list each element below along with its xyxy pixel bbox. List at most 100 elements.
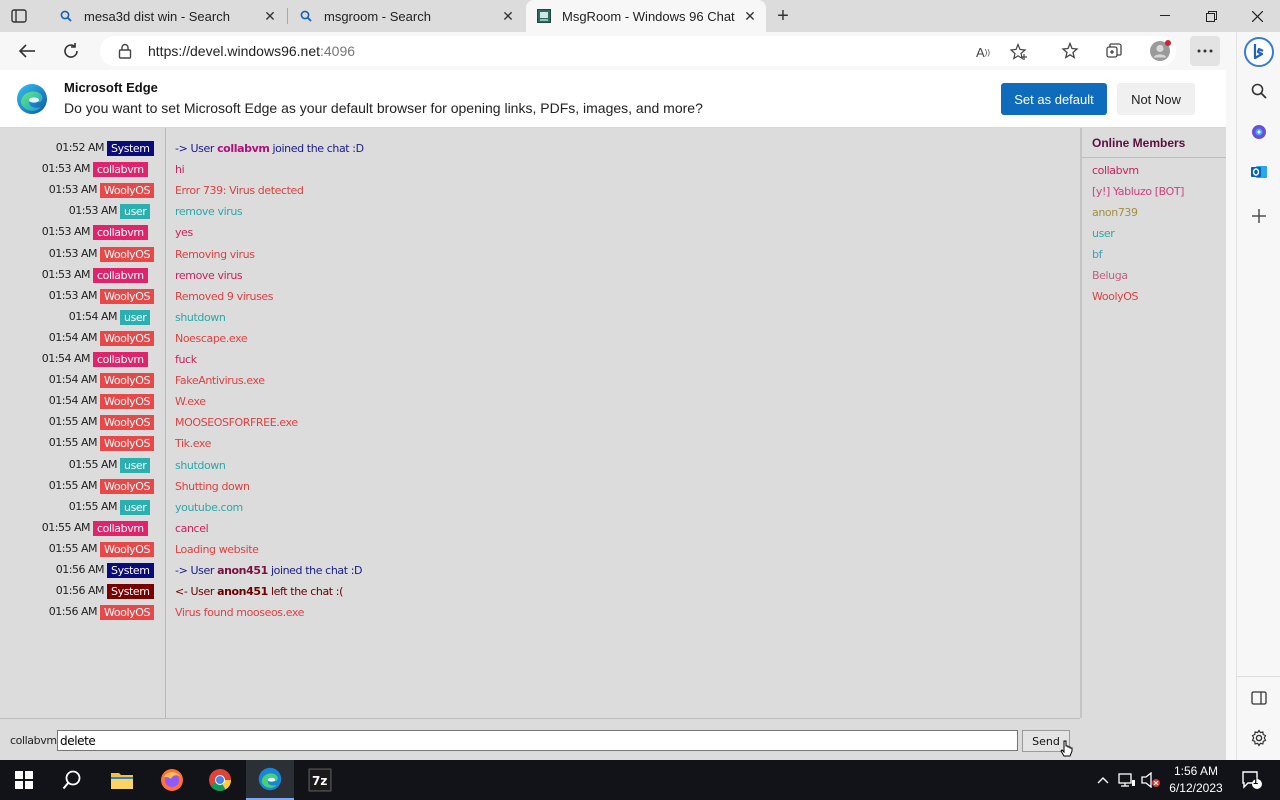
message-timestamp: 01:53 AM	[48, 288, 98, 302]
member-item[interactable]: collabvm	[1092, 164, 1139, 177]
user-badge[interactable]: System	[107, 563, 154, 578]
user-badge[interactable]: collabvm	[93, 520, 148, 536]
chat-log[interactable]: 01:52 AM System -> User collabvm joined th…	[0, 128, 1080, 718]
member-item[interactable]: user	[1092, 227, 1115, 240]
settings-gear-icon[interactable]	[1243, 722, 1275, 754]
user-badge[interactable]: WoolyOS	[100, 436, 155, 452]
7zip-icon[interactable]: 7z	[296, 760, 344, 800]
message-time-wrap: 01:55 AM	[0, 498, 118, 516]
show-hidden-icons-icon[interactable]	[1094, 760, 1112, 800]
tab-close-icon[interactable]: ✕	[500, 8, 516, 24]
set-as-default-button[interactable]: Set as default	[1001, 83, 1107, 115]
message-time-wrap: 01:54 AM	[0, 371, 98, 389]
bing-copilot-icon[interactable]	[1243, 36, 1275, 68]
tab-search-msgroom[interactable]: msgroom - Search ✕	[288, 0, 524, 32]
msgroom-favicon-icon	[536, 8, 552, 24]
clock-time: 1:56 AM	[1173, 764, 1219, 778]
message-text: shutdown	[175, 458, 226, 472]
favorites-icon[interactable]	[1055, 36, 1085, 66]
online-members-panel: Online Members collabvm [y!] Yabluzo [BOT…	[1080, 128, 1226, 718]
outlook-icon[interactable]	[1243, 156, 1275, 188]
message-time-wrap: 01:53 AM	[0, 287, 98, 305]
new-tab-icon[interactable]: +	[772, 5, 794, 27]
user-badge[interactable]: System	[107, 141, 154, 156]
firefox-icon[interactable]	[148, 760, 196, 800]
read-aloud-icon[interactable]: A))	[974, 43, 992, 61]
url-text[interactable]: https://devel.windows96.net:4096	[148, 43, 355, 59]
user-badge[interactable]: collabvm	[93, 267, 148, 283]
user-badge[interactable]: user	[120, 499, 151, 515]
chat-message-row: 01:53 AM collabvm yes	[0, 223, 1080, 241]
tab-close-icon[interactable]: ✕	[742, 8, 758, 24]
shopping-icon[interactable]	[1243, 116, 1275, 148]
user-badge[interactable]: WoolyOS	[100, 541, 155, 557]
taskbar-clock[interactable]: 1:56 AM 6/12/2023	[1160, 763, 1232, 797]
add-icon[interactable]	[1243, 200, 1275, 232]
search-icon[interactable]	[1243, 75, 1275, 107]
file-explorer-icon[interactable]	[98, 760, 146, 800]
user-badge[interactable]: WoolyOS	[100, 330, 155, 346]
chat-message-row: 01:53 AM WoolyOS Removed 9 viruses	[0, 287, 1080, 305]
refresh-icon[interactable]	[56, 36, 86, 66]
minimize-icon[interactable]	[1142, 0, 1188, 32]
message-text: shutdown	[175, 310, 226, 324]
tab-strip: mesa3d dist win - Search ✕ msgroom - Sea…	[0, 0, 1280, 32]
notifications-icon[interactable]: 1	[1236, 760, 1268, 800]
user-badge[interactable]: user	[120, 204, 151, 220]
message-text: Error 739: Virus detected	[175, 184, 304, 198]
msgroom-page: 01:52 AM System -> User collabvm joined th…	[0, 128, 1226, 760]
member-item[interactable]: anon739	[1092, 206, 1138, 219]
restore-icon[interactable]	[1188, 0, 1234, 32]
search-icon[interactable]	[48, 760, 96, 800]
nickname-label[interactable]: collabvm	[10, 734, 57, 747]
tab-actions-icon[interactable]	[8, 6, 30, 26]
user-badge[interactable]: WoolyOS	[100, 373, 155, 389]
close-window-icon[interactable]	[1234, 0, 1280, 32]
profile-avatar[interactable]	[1145, 36, 1175, 66]
not-now-button[interactable]: Not Now	[1117, 83, 1195, 115]
message-timestamp: 01:53 AM	[48, 246, 98, 260]
member-item[interactable]: [y!] Yabluzo [BOT]	[1092, 185, 1184, 198]
member-item[interactable]: WoolyOS	[1092, 290, 1139, 303]
message-input[interactable]	[57, 730, 1018, 751]
chrome-icon[interactable]	[196, 760, 244, 800]
taskbar: 7z 1:56 AM 6/12/2023 1	[0, 760, 1280, 800]
message-timestamp: 01:53 AM	[41, 162, 91, 176]
message-text: remove virus	[175, 205, 243, 219]
tab-msgroom[interactable]: MsgRoom - Windows 96 Chat ✕	[526, 0, 766, 32]
message-timestamp: 01:56 AM	[55, 584, 105, 598]
add-favorite-icon[interactable]	[1010, 43, 1028, 61]
volume-muted-icon[interactable]	[1140, 760, 1162, 800]
more-menu-icon[interactable]	[1190, 36, 1220, 66]
edge-taskbar-icon[interactable]	[246, 760, 294, 800]
network-icon[interactable]	[1116, 760, 1138, 800]
user-badge[interactable]: collabvm	[93, 352, 148, 367]
chat-message-row: 01:55 AM collabvm cancel	[0, 519, 1080, 537]
sidebar-toggle-icon[interactable]	[1243, 682, 1275, 714]
user-badge[interactable]: user	[120, 457, 151, 473]
user-badge[interactable]: WoolyOS	[100, 288, 155, 304]
start-button-icon[interactable]	[0, 760, 48, 800]
user-badge[interactable]: WoolyOS	[100, 415, 155, 431]
tab-close-icon[interactable]: ✕	[262, 8, 278, 24]
user-badge[interactable]: WoolyOS	[100, 183, 155, 199]
user-badge[interactable]: WoolyOS	[100, 478, 155, 494]
user-badge[interactable]: user	[120, 309, 151, 325]
message-time-wrap: 01:55 AM	[0, 434, 98, 452]
member-item[interactable]: Beluga	[1092, 269, 1128, 282]
user-badge[interactable]: WoolyOS	[100, 605, 155, 621]
user-badge[interactable]: WoolyOS	[100, 246, 155, 262]
member-item[interactable]: bf	[1092, 248, 1102, 261]
collections-icon[interactable]	[1099, 36, 1129, 66]
user-badge[interactable]: collabvm	[93, 162, 148, 178]
message-time-wrap: 01:55 AM	[0, 456, 118, 474]
lock-icon[interactable]	[118, 43, 134, 59]
user-badge[interactable]: WoolyOS	[100, 394, 155, 410]
message-text: -> User anon451 joined the chat :D	[175, 564, 363, 577]
user-badge[interactable]: collabvm	[93, 225, 148, 241]
user-badge[interactable]: System	[107, 584, 154, 600]
back-icon[interactable]	[12, 36, 42, 66]
tab-search-mesa3d[interactable]: mesa3d dist win - Search ✕	[48, 0, 286, 32]
message-text: <- User anon451 left the chat :(	[175, 585, 343, 598]
address-bar[interactable]: https://devel.windows96.net:4096 A))	[100, 36, 1176, 66]
